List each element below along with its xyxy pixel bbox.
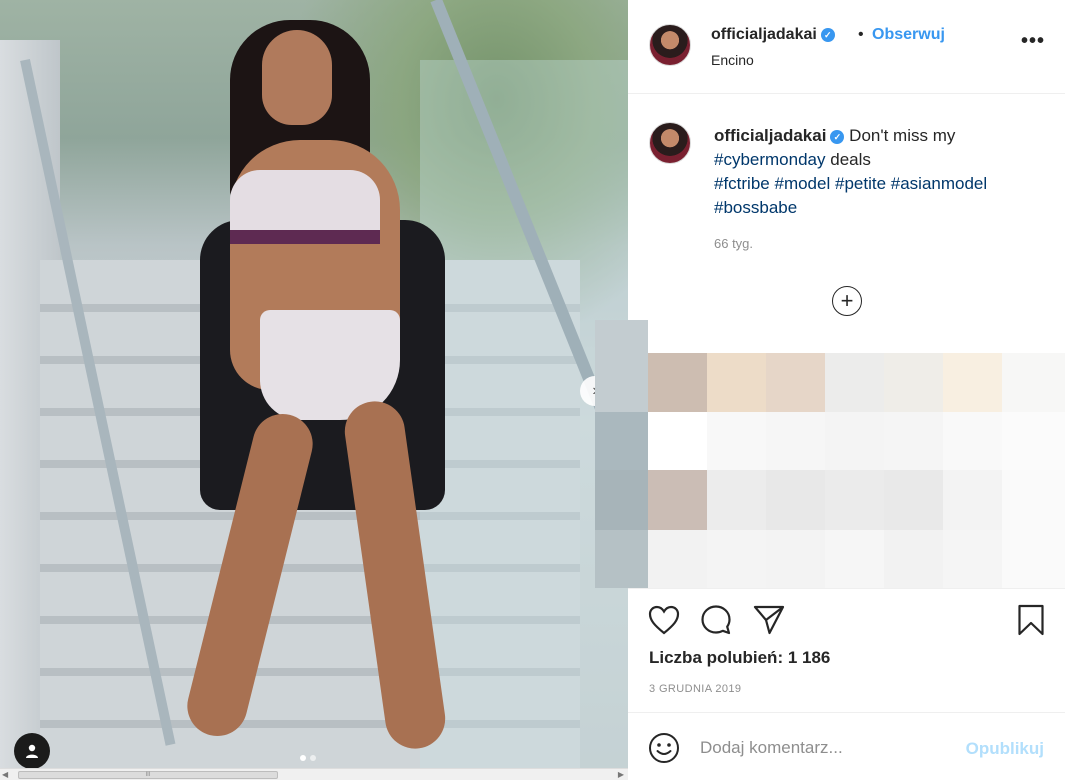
smiley-icon[interactable]	[648, 732, 680, 764]
verified-badge-icon: ✓	[820, 28, 835, 42]
publish-button[interactable]: Opublikuj	[966, 739, 1044, 759]
save-button[interactable]	[1014, 603, 1048, 637]
post-header: officialjadakai ✓ • Obserwuj Encino •••	[628, 0, 1065, 94]
follow-button[interactable]: Obserwuj	[872, 26, 945, 44]
scrollbar-thumb[interactable]: III	[18, 771, 278, 779]
verified-badge-icon: ✓	[830, 130, 845, 144]
load-more-comments-button[interactable]: +	[832, 286, 862, 316]
carousel-dot	[310, 755, 316, 761]
horizontal-scrollbar[interactable]: ◀ III ▶	[0, 768, 628, 780]
comment-button[interactable]	[699, 603, 733, 637]
comment-input[interactable]	[700, 733, 950, 763]
more-options-icon[interactable]: •••	[1021, 30, 1045, 53]
avatar[interactable]	[649, 24, 691, 66]
post-caption: officialjadakai ✓ Don't miss my #cybermon…	[628, 94, 1065, 344]
caption-username[interactable]: officialjadakai ✓	[714, 126, 845, 145]
hashtag-fctribe[interactable]: #fctribe	[714, 174, 770, 193]
caption-text: officialjadakai ✓ Don't miss my #cybermon…	[714, 124, 1044, 220]
hashtag-model[interactable]: #model	[774, 174, 830, 193]
post-photo[interactable]: ›	[0, 0, 628, 768]
caption-body: Don't miss my	[849, 126, 956, 145]
hashtag-bossbabe[interactable]: #bossbabe	[714, 198, 797, 217]
comment-bar: Opublikuj	[628, 712, 1065, 780]
tagged-users-button[interactable]	[14, 733, 50, 768]
share-button[interactable]	[752, 603, 786, 637]
scroll-right-arrow-icon[interactable]: ▶	[618, 770, 624, 779]
caption-deals: deals	[830, 150, 871, 169]
caption-username-text[interactable]: officialjadakai	[714, 126, 826, 145]
likes-count[interactable]: Liczba polubień: 1 186	[649, 648, 830, 668]
hashtag-asianmodel[interactable]: #asianmodel	[891, 174, 987, 193]
paper-plane-icon	[753, 605, 785, 635]
user-icon	[26, 744, 38, 758]
username-link[interactable]: officialjadakai ✓	[711, 26, 835, 44]
post-date: 3 GRUDNIA 2019	[649, 683, 742, 695]
comment-bubble-icon	[701, 605, 731, 635]
carousel-dot-active	[300, 755, 306, 761]
bookmark-icon	[1018, 604, 1044, 636]
separator-dot: •	[858, 26, 864, 43]
like-button[interactable]	[647, 603, 681, 637]
caption-avatar[interactable]	[649, 122, 691, 164]
action-bar	[628, 588, 1065, 648]
hashtag-cybermonday[interactable]: #cybermonday	[714, 150, 826, 169]
carousel-indicator	[300, 755, 316, 761]
photo-subject	[180, 20, 450, 768]
username-text[interactable]: officialjadakai	[711, 26, 817, 43]
post-age: 66 tyg.	[714, 236, 754, 251]
hashtag-petite[interactable]: #petite	[835, 174, 886, 193]
pixelated-overlay	[595, 320, 1065, 588]
heart-icon	[648, 605, 680, 635]
scroll-left-arrow-icon[interactable]: ◀	[2, 770, 8, 779]
plus-circle-icon: +	[840, 288, 854, 313]
location-link[interactable]: Encino	[711, 52, 754, 68]
